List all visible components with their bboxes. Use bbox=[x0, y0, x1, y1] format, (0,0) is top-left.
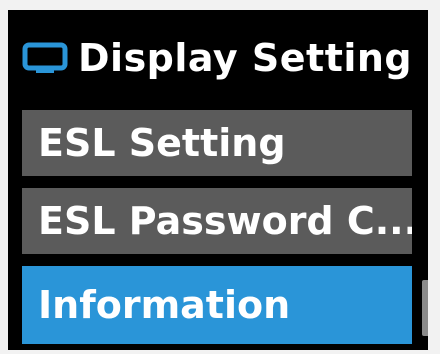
scrollbar-thumb[interactable] bbox=[422, 280, 428, 336]
menu-item-esl-password[interactable]: ESL Password C... bbox=[22, 188, 412, 254]
device-screen: Display Setting ESL Setting ESL Password… bbox=[8, 10, 428, 350]
menu-item-information[interactable]: Information bbox=[22, 266, 412, 344]
page-title: Display Setting bbox=[78, 36, 413, 80]
screen-header: Display Setting bbox=[22, 30, 412, 86]
menu-item-esl-setting[interactable]: ESL Setting bbox=[22, 110, 412, 176]
display-icon bbox=[22, 42, 68, 73]
